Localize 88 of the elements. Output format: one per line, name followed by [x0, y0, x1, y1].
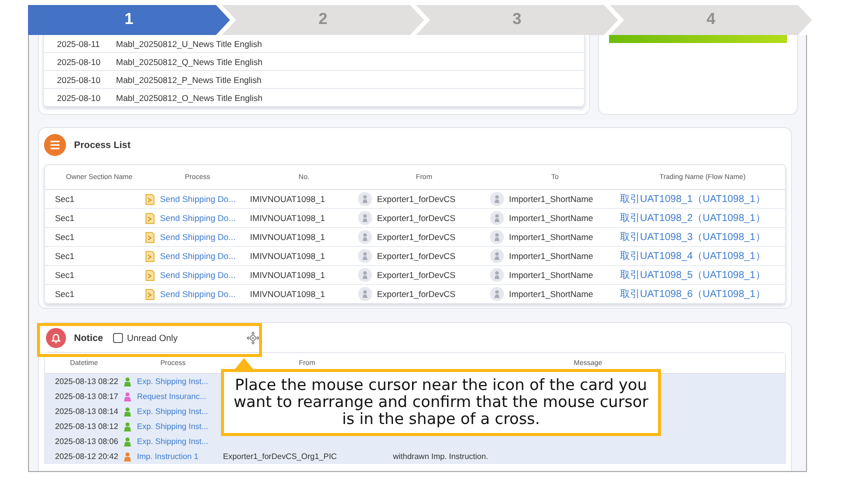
- date-cell-text: 2025-08-10: [57, 74, 102, 84]
- person-icon: [358, 268, 372, 282]
- bell-icon: [46, 328, 66, 348]
- card-title: Process List: [74, 140, 130, 150]
- process-link[interactable]: Imp. Instruction 1: [137, 452, 198, 461]
- table-cell-text: IMIVNOUAT1098_1: [250, 232, 326, 242]
- table-cell-text: 2025-08-13 08:06: [54, 437, 120, 446]
- process-link[interactable]: Send Shipping Do...: [160, 213, 236, 223]
- table-cell: Exporter1_forDevCS: [377, 270, 456, 280]
- table-cell-text: Sec1: [54, 270, 76, 280]
- table-cell: Exporter1_forDevCS: [377, 289, 456, 299]
- table-cell-text: IMIVNOUAT1098_1: [250, 213, 326, 223]
- person-icon: [490, 268, 504, 282]
- table-cell-text: IMIVNOUAT1098_1: [250, 194, 326, 204]
- person-icon: [490, 192, 504, 206]
- card-title: Notice: [74, 332, 104, 344]
- trading-link[interactable]: 取引UAT1098_4（UAT1098_1）: [620, 249, 785, 263]
- table-cell-text: Sec1: [54, 289, 76, 299]
- table-cell: Exporter1_forDevCS: [377, 232, 456, 242]
- person-icon: [358, 211, 372, 225]
- news-title: Mabl_20250812_P_News Title English: [116, 74, 262, 84]
- document-icon: [145, 288, 155, 300]
- date-cell-text: 2025-08-11: [57, 38, 101, 48]
- callout-text: Place the mouse cursor near the icon of the card you want to rearrange and confirm that the mouse cursor is in the shape of a cross.: [221, 369, 661, 436]
- table-cell-text: IMIVNOUAT1098_1: [250, 270, 326, 280]
- person-icon: [358, 192, 372, 206]
- table-cell-text: withdrawn Imp. Instruction.: [392, 452, 490, 461]
- trading-link[interactable]: 取引UAT1098_1（UAT1098_1）: [620, 192, 785, 206]
- process-link[interactable]: Send Shipping Do...: [160, 194, 236, 204]
- table-cell-text: 2025-08-13 08:17: [54, 392, 120, 401]
- step-tab[interactable]: 1: [28, 5, 230, 35]
- table-cell: Importer1_ShortName: [509, 289, 594, 299]
- date-cell-text: 2025-08-10: [57, 56, 102, 66]
- person-icon: [490, 287, 504, 301]
- news-title: Mabl_20250812_Q_News Title English: [116, 56, 262, 66]
- table-cell-text: IMIVNOUAT1098_1: [250, 251, 326, 261]
- move-icon[interactable]: [246, 331, 260, 345]
- process-link[interactable]: Send Shipping Do...: [160, 232, 236, 242]
- process-link[interactable]: Exp. Shipping Inst...: [137, 407, 208, 416]
- process-link[interactable]: Exp. Shipping Inst...: [137, 377, 208, 386]
- table-cell-text: Sec1: [54, 251, 76, 261]
- table-cell: Importer1_ShortName: [509, 232, 594, 242]
- step-tab[interactable]: 2: [222, 5, 424, 35]
- process-link[interactable]: Request Insuranc...: [137, 392, 206, 401]
- checkbox-label[interactable]: Unread Only: [127, 333, 178, 343]
- step-tab[interactable]: 3: [416, 5, 618, 35]
- table-cell: Exporter1_forDevCS: [377, 213, 456, 223]
- date-cell-text: 2025-08-10: [57, 92, 102, 102]
- table-cell-text: 2025-08-13 08:14: [54, 407, 120, 416]
- table-cell-text: IMIVNOUAT1098_1: [250, 289, 326, 299]
- process-link[interactable]: Send Shipping Do...: [160, 270, 236, 280]
- step-tab[interactable]: 4: [610, 5, 812, 35]
- table-cell: Importer1_ShortName: [509, 251, 594, 261]
- document-icon: [145, 194, 155, 204]
- trading-link[interactable]: 取引UAT1098_5（UAT1098_1）: [620, 268, 785, 282]
- news-title: Mabl_20250812_O_News Title English: [116, 92, 262, 102]
- process-link[interactable]: Send Shipping Do...: [160, 251, 236, 261]
- table-cell: Exporter1_forDevCS: [377, 194, 456, 204]
- person-icon: [358, 230, 372, 244]
- person-icon: [490, 211, 504, 225]
- table-cell-text: Sec1: [54, 232, 76, 242]
- person-icon: [358, 287, 372, 301]
- person-icon: [358, 249, 372, 263]
- table-cell-text: Sec1: [54, 194, 76, 204]
- table-cell-text: 2025-08-13 08:12: [54, 422, 120, 431]
- process-link[interactable]: Exp. Shipping Inst...: [137, 437, 208, 446]
- person-icon: [490, 249, 504, 263]
- table-cell: Importer1_ShortName: [509, 270, 594, 280]
- trading-link[interactable]: 取引UAT1098_6（UAT1098_1）: [620, 287, 785, 301]
- table-cell-text: Sec1: [54, 213, 76, 223]
- table-cell: Importer1_ShortName: [509, 213, 594, 223]
- list-icon: [44, 134, 66, 156]
- table-cell-text: Exporter1_forDevCS_Org1_PIC: [223, 452, 338, 461]
- process-link[interactable]: Send Shipping Do...: [160, 289, 236, 299]
- news-title: Mabl_20250812_U_News Title English: [116, 38, 262, 48]
- process-link[interactable]: Exp. Shipping Inst...: [137, 422, 208, 431]
- table-cell: Importer1_ShortName: [509, 194, 594, 204]
- table-cell-text: 2025-08-13 08:22: [54, 377, 120, 386]
- document-icon: [145, 212, 155, 224]
- document-icon: [145, 270, 155, 280]
- document-icon: [145, 250, 155, 262]
- table-cell-text: 2025-08-12 20:42: [54, 452, 120, 461]
- trading-link[interactable]: 取引UAT1098_2（UAT1098_1）: [620, 211, 785, 225]
- checkbox[interactable]: [113, 333, 124, 343]
- document-icon: [145, 232, 155, 242]
- trading-link[interactable]: 取引UAT1098_3（UAT1098_1）: [620, 230, 785, 244]
- person-icon: [490, 230, 504, 244]
- table-cell: Exporter1_forDevCS: [377, 251, 456, 261]
